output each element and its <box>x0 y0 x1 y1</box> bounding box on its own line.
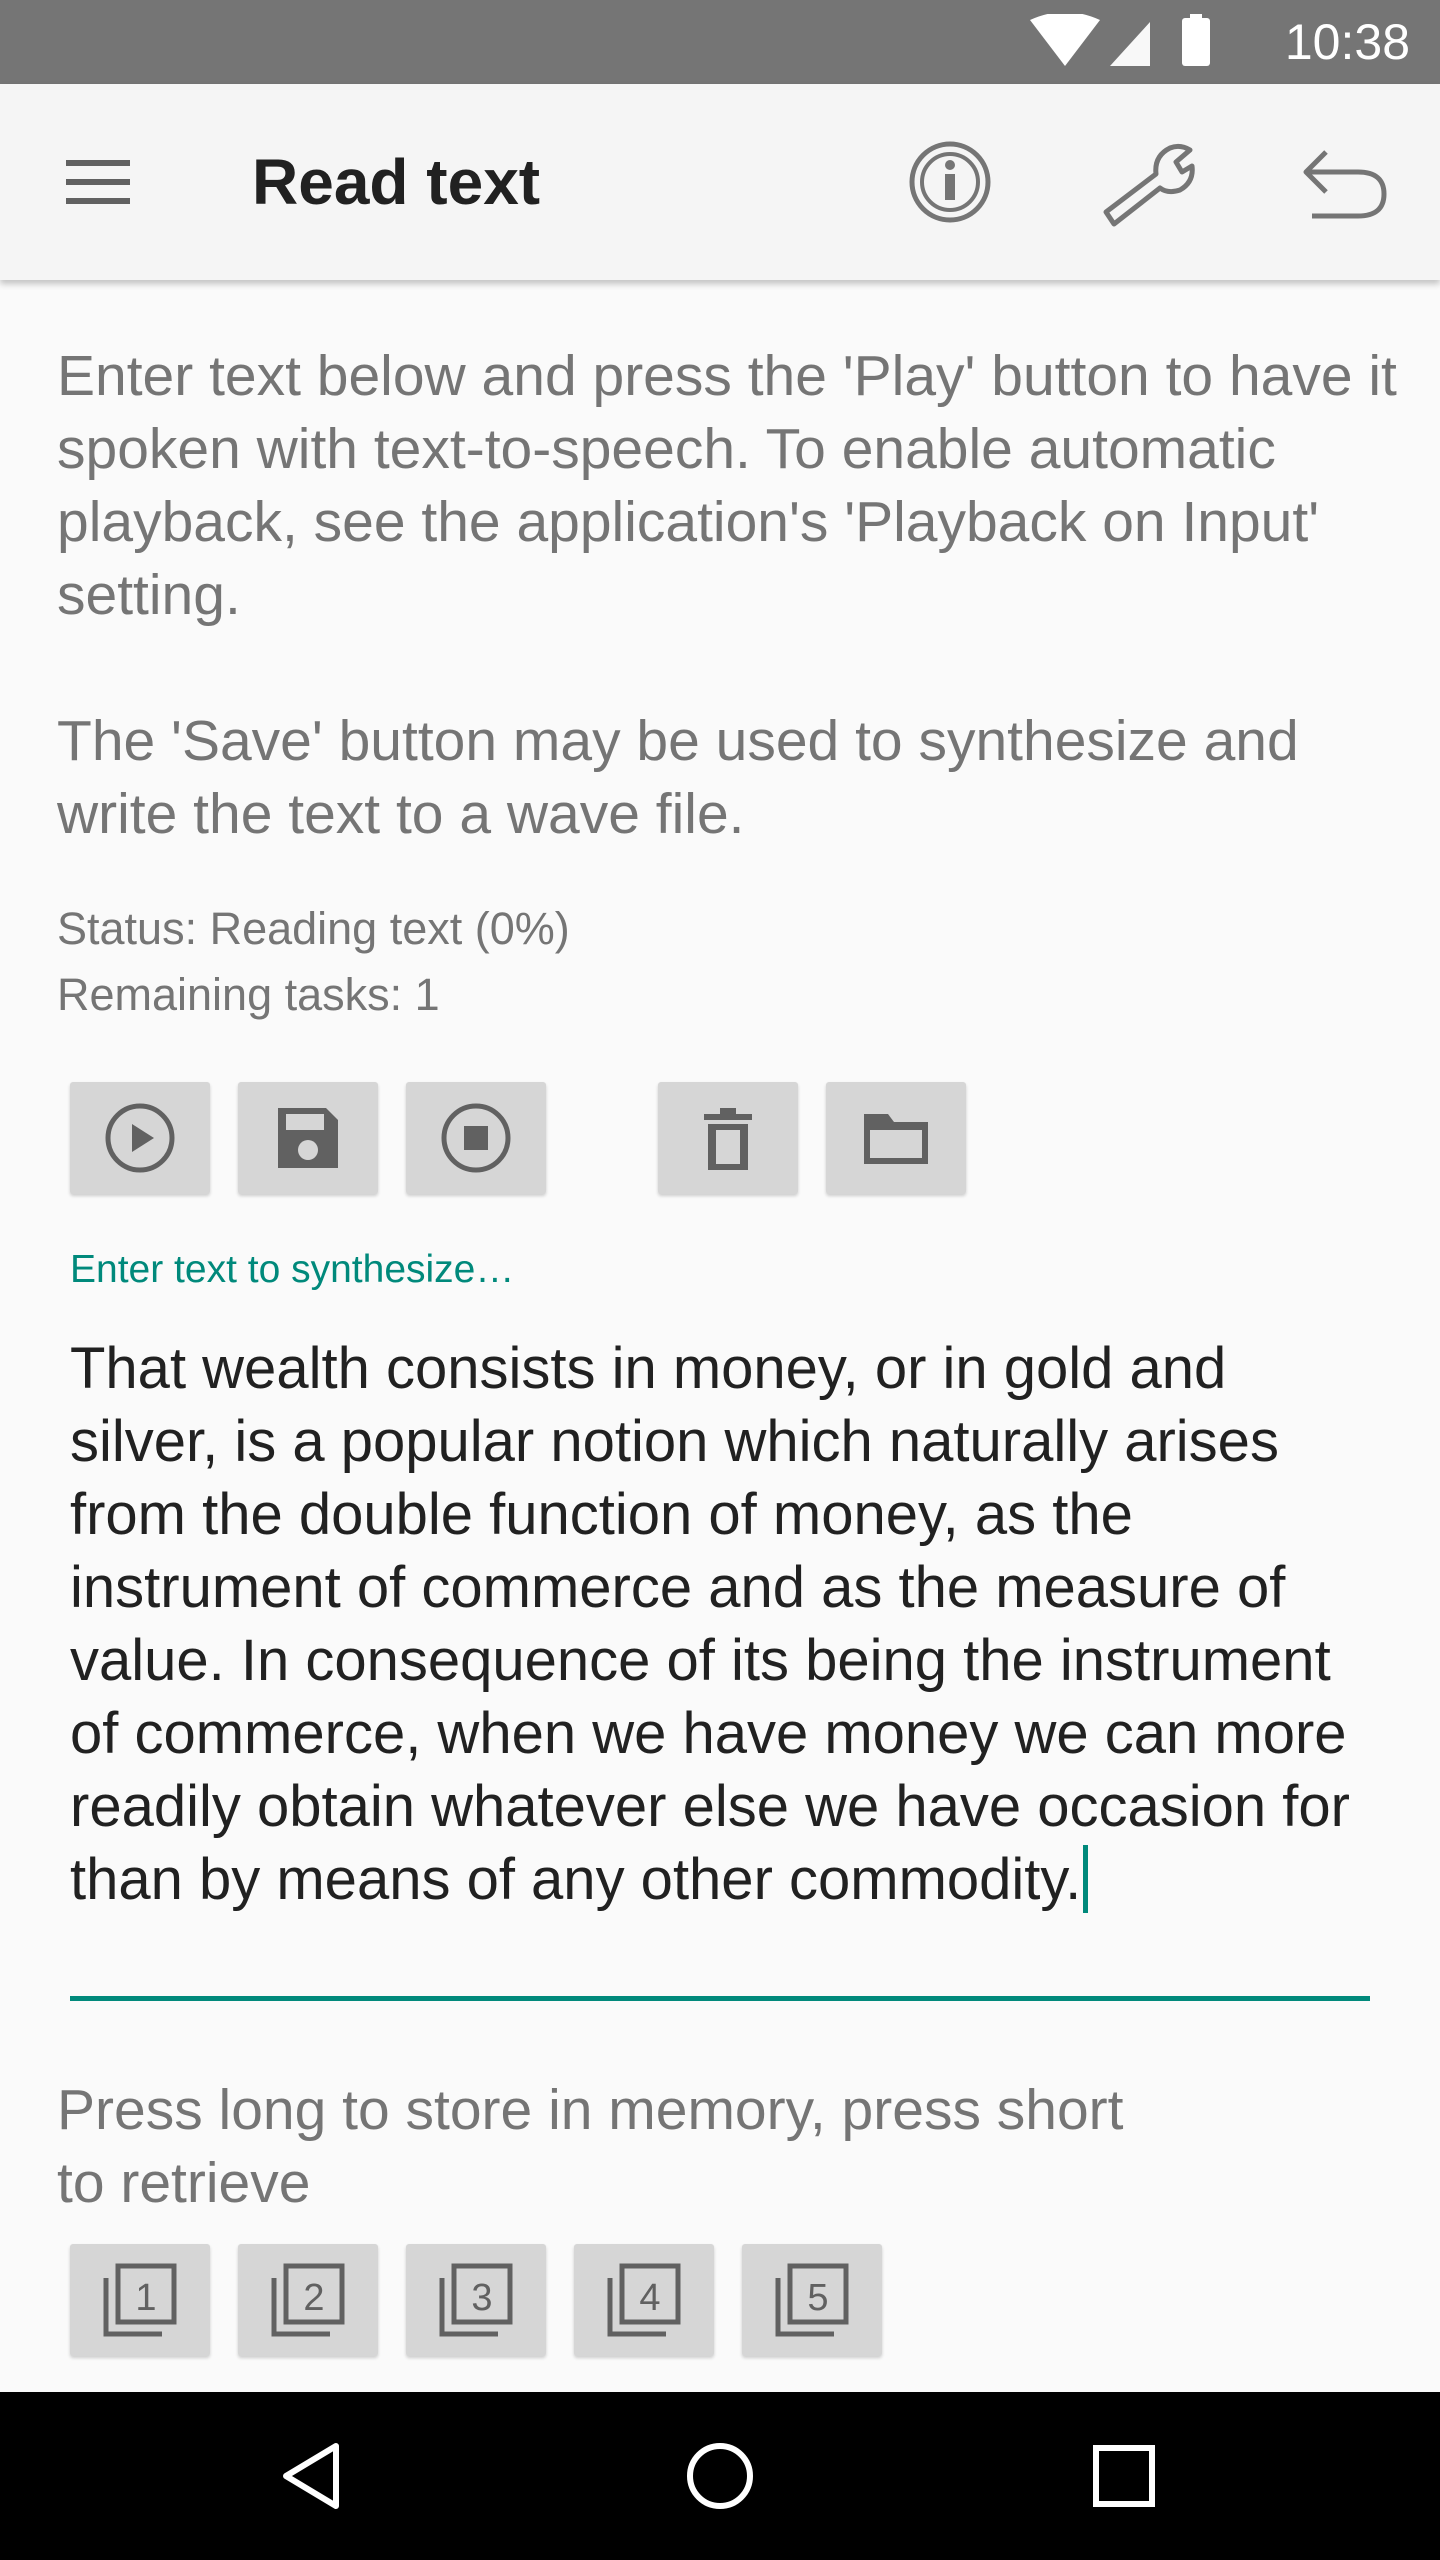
memory-slot-label: 5 <box>807 2277 828 2319</box>
recents-icon[interactable] <box>1084 2436 1164 2516</box>
save-button[interactable] <box>238 1082 378 1194</box>
status-info: Status: Reading text (0%) Remaining task… <box>57 896 570 1028</box>
text-field-underline <box>70 1996 1370 2001</box>
memory-slot-2-icon: 2 <box>271 2263 345 2337</box>
wifi-icon <box>1030 12 1100 66</box>
status-icons-svg <box>1030 12 1210 66</box>
back-icon[interactable] <box>276 2436 356 2516</box>
cellular-signal-icon <box>1110 22 1150 66</box>
status-time: 10:38 <box>1284 14 1410 70</box>
info-icon[interactable] <box>900 132 1000 232</box>
memory-slot-5-icon: 5 <box>775 2263 849 2337</box>
home-icon[interactable] <box>680 2436 760 2516</box>
folder-icon <box>864 1114 928 1164</box>
text-input[interactable]: That wealth consists in money, or in gol… <box>70 1332 1370 1916</box>
status-icons <box>1030 12 1270 70</box>
delete-icon <box>704 1108 752 1170</box>
memory-slot-3-icon: 3 <box>439 2263 513 2337</box>
intro-text: Enter text below and press the 'Play' bu… <box>57 340 1397 851</box>
text-cursor <box>1083 1845 1089 1913</box>
memory-slot-label: 2 <box>303 2277 324 2319</box>
intro-paragraph: The 'Save' button may be used to synthes… <box>57 709 1299 846</box>
text-input-value[interactable]: That wealth consists in money, or in gol… <box>70 1336 1350 1912</box>
memory-slot-label: 3 <box>471 2277 492 2319</box>
stop-icon <box>441 1103 511 1173</box>
status-line: Status: Reading text (0%) <box>57 903 570 954</box>
memory-slot-3-button[interactable]: 3 <box>406 2244 546 2356</box>
undo-icon[interactable] <box>1296 132 1396 232</box>
memory-slot-2-button[interactable]: 2 <box>238 2244 378 2356</box>
intro-paragraph: Enter text below and press the 'Play' bu… <box>57 344 1397 627</box>
page-title: Read text <box>252 146 541 218</box>
app-bar: Read text <box>0 84 1440 280</box>
memory-slot-5-button[interactable]: 5 <box>742 2244 882 2356</box>
memory-slot-4-icon: 4 <box>607 2263 681 2337</box>
memory-slot-1-icon: 1 <box>103 2263 177 2337</box>
memory-slot-label: 1 <box>135 2277 156 2319</box>
wrench-icon[interactable] <box>1096 132 1196 232</box>
save-icon <box>278 1108 338 1168</box>
navigation-bar <box>0 2392 1440 2560</box>
play-button[interactable] <box>70 1082 210 1194</box>
play-icon <box>105 1103 175 1173</box>
battery-icon <box>1182 18 1210 66</box>
stop-button[interactable] <box>406 1082 546 1194</box>
folder-button[interactable] <box>826 1082 966 1194</box>
memory-slot-1-button[interactable]: 1 <box>70 2244 210 2356</box>
status-bar: 10:38 <box>0 0 1440 84</box>
memory-slot-4-button[interactable]: 4 <box>574 2244 714 2356</box>
memory-label: Press long to store in memory, press sho… <box>57 2078 1124 2215</box>
remaining-tasks: Remaining tasks: 1 <box>57 969 440 1020</box>
delete-button[interactable] <box>658 1082 798 1194</box>
memory-slot-label: 4 <box>639 2277 660 2319</box>
text-field-label: Enter text to synthesize… <box>70 1248 515 1291</box>
menu-icon[interactable] <box>58 150 138 214</box>
